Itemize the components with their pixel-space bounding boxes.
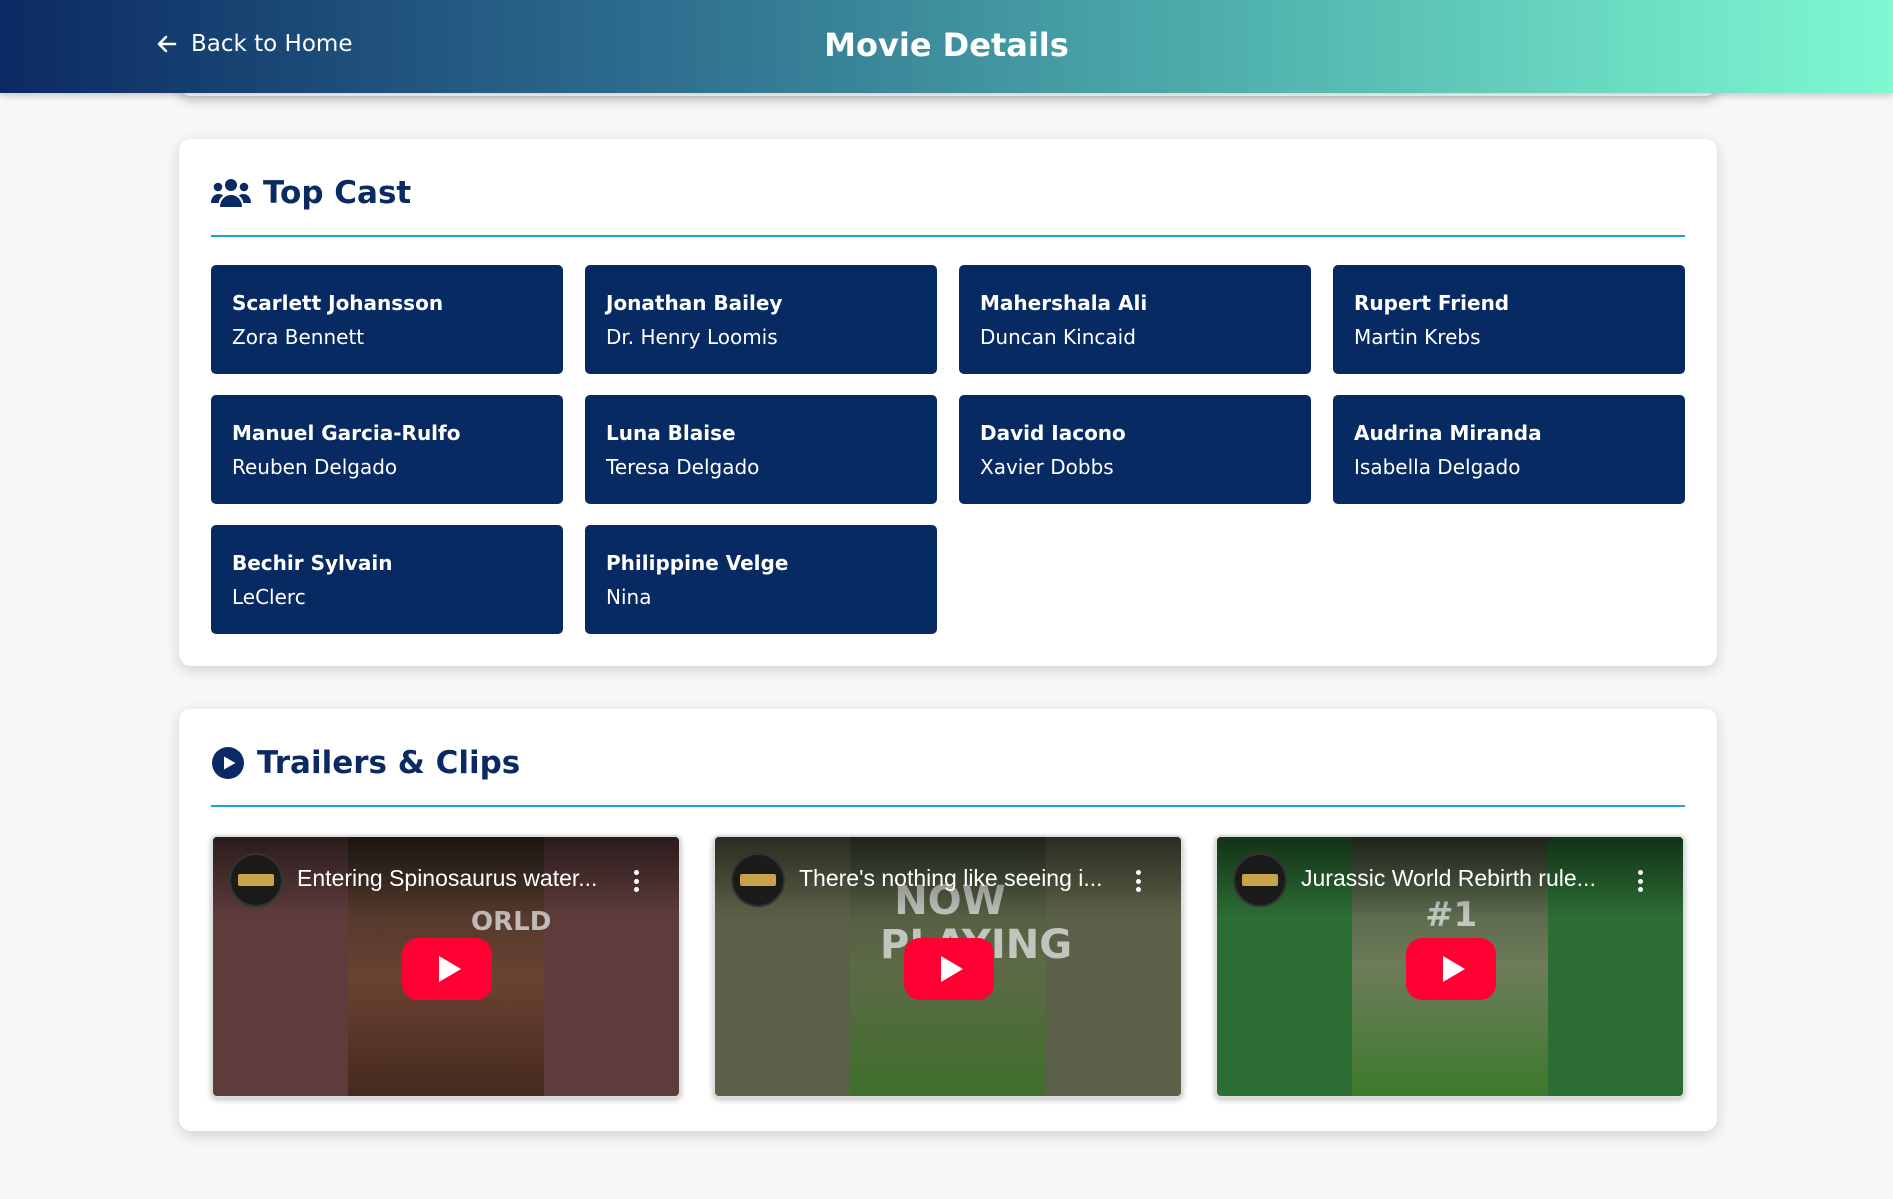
cast-card[interactable]: Philippine Velge Nina: [585, 525, 937, 634]
actor-name: Manuel Garcia-Rulfo: [232, 421, 461, 445]
character-name: Nina: [606, 585, 652, 609]
top-cast-header: Top Cast: [211, 175, 1685, 237]
actor-name: Scarlett Johansson: [232, 291, 444, 315]
character-name: Duncan Kincaid: [980, 325, 1136, 349]
back-label: Back to Home: [191, 31, 353, 57]
cast-card[interactable]: Rupert Friend Martin Krebs: [1333, 265, 1685, 374]
character-name: Martin Krebs: [1354, 325, 1481, 349]
users-icon: [211, 175, 251, 211]
actor-name: David Iacono: [980, 421, 1126, 445]
video-embed[interactable]: ORLD Entering Spinosaurus water...: [211, 835, 681, 1098]
video-title[interactable]: Entering Spinosaurus water...: [297, 865, 597, 892]
trailers-card: Trailers & Clips ORLD Entering Spinosaur…: [179, 709, 1717, 1131]
cast-grid: Scarlett Johansson Zora Bennett Jonathan…: [211, 265, 1685, 634]
kebab-icon[interactable]: [633, 870, 639, 892]
character-name: LeClerc: [232, 585, 306, 609]
cast-card[interactable]: Jonathan Bailey Dr. Henry Loomis: [585, 265, 937, 374]
trailers-header: Trailers & Clips: [211, 745, 1685, 807]
play-button[interactable]: [1406, 938, 1496, 1000]
video-embed[interactable]: NOW PLAYING There's nothing like seeing …: [713, 835, 1183, 1098]
channel-avatar[interactable]: [229, 853, 283, 907]
character-name: Reuben Delgado: [232, 455, 398, 479]
cast-card[interactable]: Audrina Miranda Isabella Delgado: [1333, 395, 1685, 504]
video-title[interactable]: There's nothing like seeing i...: [799, 865, 1103, 892]
play-circle-icon: [211, 745, 245, 781]
actor-name: Jonathan Bailey: [606, 291, 783, 315]
back-to-home-link[interactable]: Back to Home: [155, 31, 352, 57]
actor-name: Rupert Friend: [1354, 291, 1510, 315]
character-name: Zora Bennett: [232, 325, 365, 349]
video-title[interactable]: Jurassic World Rebirth rule...: [1301, 865, 1596, 892]
channel-avatar[interactable]: [1233, 853, 1287, 907]
play-button[interactable]: [904, 938, 994, 1000]
actor-name: Mahershala Ali: [980, 291, 1148, 315]
top-bar: Back to Home Movie Details: [0, 0, 1893, 93]
kebab-icon[interactable]: [1135, 870, 1141, 892]
kebab-icon[interactable]: [1637, 870, 1643, 892]
actor-name: Bechir Sylvain: [232, 551, 393, 575]
cast-card[interactable]: Scarlett Johansson Zora Bennett: [211, 265, 563, 374]
character-name: Dr. Henry Loomis: [606, 325, 778, 349]
video-list: ORLD Entering Spinosaurus water... NOW P…: [211, 835, 1685, 1098]
cast-card[interactable]: Bechir Sylvain LeClerc: [211, 525, 563, 634]
video-embed[interactable]: #1 Jurassic World Rebirth rule...: [1215, 835, 1685, 1098]
actor-name: Audrina Miranda: [1354, 421, 1542, 445]
cast-card[interactable]: David Iacono Xavier Dobbs: [959, 395, 1311, 504]
character-name: Teresa Delgado: [606, 455, 760, 479]
cast-card[interactable]: Manuel Garcia-Rulfo Reuben Delgado: [211, 395, 563, 504]
cast-card[interactable]: Mahershala Ali Duncan Kincaid: [959, 265, 1311, 374]
character-name: Xavier Dobbs: [980, 455, 1114, 479]
play-button[interactable]: [402, 938, 492, 1000]
channel-avatar[interactable]: [731, 853, 785, 907]
actor-name: Philippine Velge: [606, 551, 789, 575]
actor-name: Luna Blaise: [606, 421, 736, 445]
character-name: Isabella Delgado: [1354, 455, 1521, 479]
top-cast-title: Top Cast: [263, 175, 412, 211]
top-cast-card: Top Cast Scarlett Johansson Zora Bennett…: [179, 139, 1717, 666]
arrow-left-icon: [157, 35, 177, 53]
cast-card[interactable]: Luna Blaise Teresa Delgado: [585, 395, 937, 504]
trailers-title: Trailers & Clips: [257, 745, 521, 781]
